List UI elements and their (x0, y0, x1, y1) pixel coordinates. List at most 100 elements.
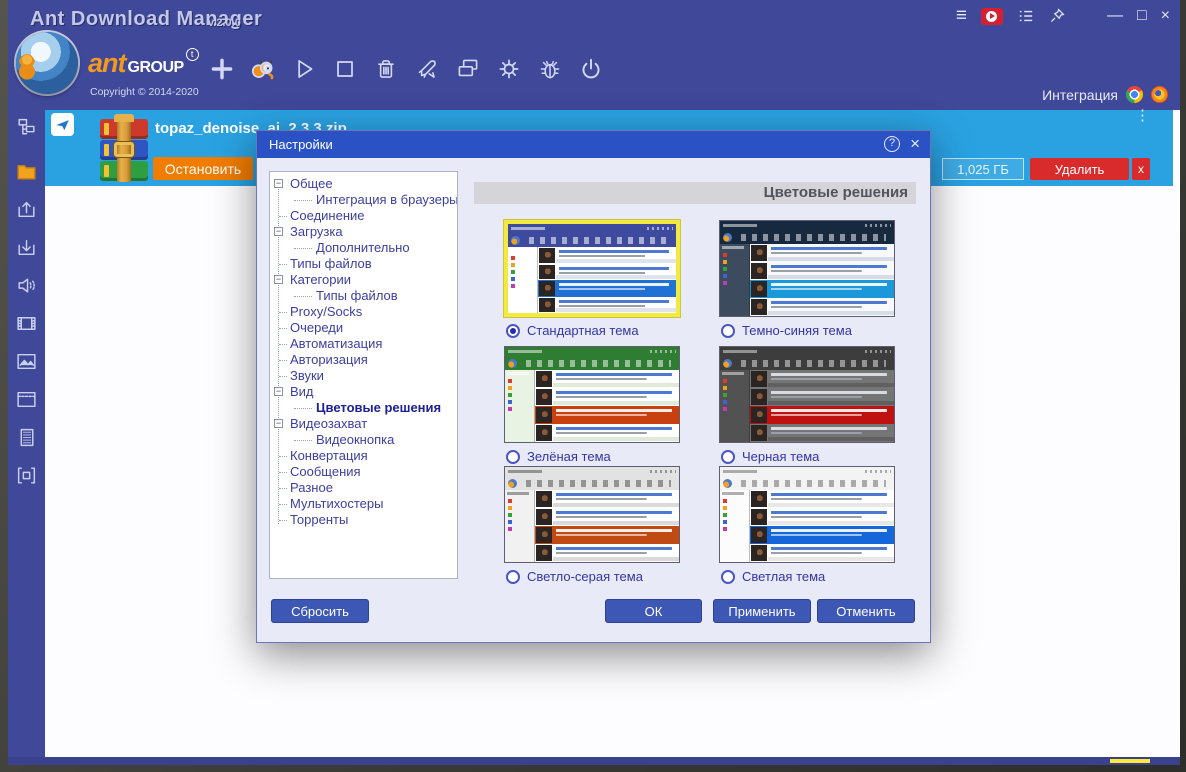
theme-preview-standard[interactable] (504, 220, 680, 317)
close-icon[interactable]: × (1161, 6, 1170, 26)
sidebar-webpage-button[interactable] (12, 386, 42, 416)
desktop: { "icons": { "menu": "≡", "minimize": "—… (0, 0, 1186, 772)
app-version: v.2.0.0 (208, 17, 241, 29)
sidebar-image-button[interactable] (12, 348, 42, 378)
bug-report-button[interactable] (534, 52, 566, 88)
radio-icon (721, 449, 735, 464)
play-icon (290, 55, 318, 86)
theme-cell-green: Зелёная тема (504, 346, 719, 464)
webpage-icon (15, 388, 38, 414)
adm-badge-icon (51, 113, 74, 136)
sidebar-document-button[interactable] (12, 424, 42, 454)
sidebar-upload-button[interactable] (12, 196, 42, 226)
app-header: Ant Download Manager v.2.0.0 ≡ — □ × ant… (8, 0, 1180, 110)
cancel-button[interactable]: Отменить (817, 599, 915, 623)
apply-button[interactable]: Применить (713, 599, 811, 623)
playlist-icon[interactable] (1017, 6, 1035, 26)
theme-radio-green[interactable]: Зелёная тема (506, 449, 611, 464)
ok-button[interactable]: ОК (605, 599, 702, 623)
remove-row-button[interactable]: x (1132, 158, 1150, 180)
delete-button[interactable] (370, 52, 402, 88)
theme-label: Светлая тема (742, 569, 826, 584)
theme-preview-green[interactable] (504, 346, 680, 443)
folder-icon (15, 160, 38, 186)
sidebar-program-button[interactable] (12, 462, 42, 492)
theme-label: Стандартная тема (527, 323, 639, 338)
trash-icon (372, 55, 400, 86)
brand-suffix: GROUP (127, 59, 185, 76)
theme-preview-light[interactable] (719, 466, 895, 563)
radio-icon (721, 569, 735, 584)
theme-preview-light-gray[interactable] (504, 466, 680, 563)
sidebar-audio-button[interactable] (12, 272, 42, 302)
rocket-button[interactable] (411, 52, 443, 88)
radio-icon (506, 569, 520, 584)
plus-icon (208, 55, 236, 86)
settings-dialog: Настройки ? × − Общее Интеграция в браузер… (256, 130, 931, 643)
add-download-button[interactable] (206, 52, 238, 88)
theme-label: Зелёная тема (527, 449, 611, 464)
bottom-accent-bar (1110, 759, 1150, 763)
theme-cell-dark-blue: Темно-синяя тема (719, 220, 934, 338)
power-icon (577, 55, 605, 86)
titlebar[interactable]: Ant Download Manager v.2.0.0 ≡ — □ × (8, 0, 1180, 38)
theme-radio-dark-blue[interactable]: Темно-синяя тема (721, 323, 852, 338)
delete-download-button[interactable]: Удалить (1030, 158, 1129, 180)
video-downloader-icon[interactable] (980, 7, 1003, 25)
theme-cell-light: Светлая тема (719, 466, 934, 584)
minimize-icon[interactable]: — (1107, 6, 1123, 26)
settings-button[interactable] (493, 52, 525, 88)
video-icon (15, 312, 38, 338)
categories-icon (15, 116, 38, 142)
sidebar-download-button[interactable] (12, 234, 42, 264)
theme-cell-light-gray: Светло-серая тема (504, 466, 719, 584)
stop-all-button[interactable] (329, 52, 361, 88)
copy-icon (454, 55, 482, 86)
download-size: 1,025 ГБ (942, 158, 1024, 180)
menu-icon[interactable]: ≡ (956, 6, 967, 26)
sidebar-folder-button[interactable] (12, 158, 42, 188)
radio-icon (721, 323, 735, 338)
theme-label: Черная тема (742, 449, 820, 464)
main-toolbar (206, 52, 607, 88)
brand-name: ant (88, 48, 126, 78)
bug-icon (536, 55, 564, 86)
start-all-button[interactable] (288, 52, 320, 88)
sidebar-video-button[interactable] (12, 310, 42, 340)
download-icon (15, 236, 38, 262)
theme-radio-black[interactable]: Черная тема (721, 449, 819, 464)
document-icon (15, 426, 38, 452)
theme-radio-light[interactable]: Светлая тема (721, 569, 825, 584)
rocket-icon (413, 55, 441, 86)
chrome-icon[interactable] (1126, 86, 1143, 103)
radio-icon (506, 323, 520, 338)
window-controls: ≡ — □ × (956, 6, 1170, 26)
copy-button[interactable] (452, 52, 484, 88)
theme-label: Темно-синяя тема (742, 323, 852, 338)
audio-icon (15, 274, 38, 300)
reset-button[interactable]: Сбросить (271, 599, 369, 623)
left-sidebar (8, 110, 45, 757)
pin-icon[interactable] (1049, 6, 1065, 26)
theme-label: Светло-серая тема (527, 569, 643, 584)
theme-preview-dark-blue[interactable] (719, 220, 895, 317)
shutdown-button[interactable] (575, 52, 607, 88)
theme-radio-standard[interactable]: Стандартная тема (506, 323, 639, 338)
winrar-file-icon (100, 114, 148, 182)
theme-preview-black[interactable] (719, 346, 895, 443)
copyright-text: Copyright © 2014-2020 (90, 86, 199, 98)
theme-radio-light-gray[interactable]: Светло-серая тема (506, 569, 643, 584)
upload-icon (15, 198, 38, 224)
integration-label: Интеграция (1042, 86, 1118, 103)
maximize-icon[interactable]: □ (1137, 6, 1147, 26)
trademark-icon: t (185, 48, 199, 61)
program-icon (15, 464, 38, 490)
sidebar-categories-button[interactable] (12, 114, 42, 144)
window-bottom-border (8, 757, 1180, 765)
integration-block: Интеграция (1042, 86, 1168, 103)
grabber-button[interactable] (247, 52, 279, 88)
theme-cell-standard: Стандартная тема (504, 220, 719, 338)
row-menu-icon[interactable]: ⋮ (1135, 108, 1150, 123)
firefox-icon[interactable] (1151, 86, 1168, 103)
stop-download-button[interactable]: Остановить (153, 157, 253, 180)
